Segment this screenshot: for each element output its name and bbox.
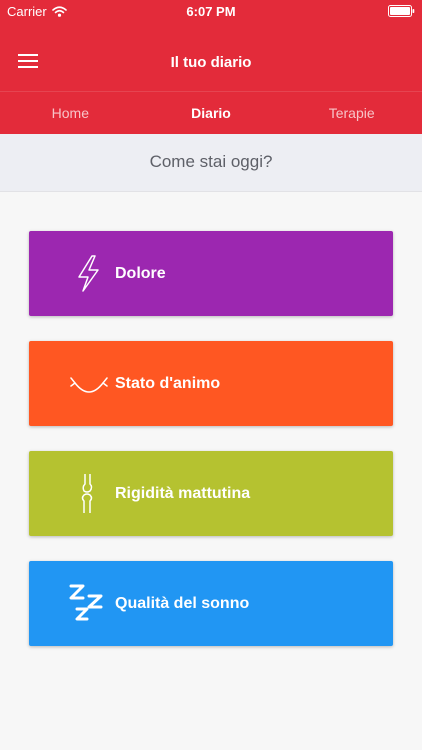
mood-card-label: Stato d'animo (115, 375, 221, 392)
joint-icon (81, 474, 93, 513)
zzz-icon (69, 584, 103, 621)
battery-icon (388, 5, 415, 17)
navigation-bar: Il tuo diario (0, 22, 422, 91)
stiffness-card-button[interactable]: Rigidità mattutina (29, 451, 393, 536)
sleep-card-button[interactable]: Qualità del sonno (29, 561, 393, 646)
question-banner: Come stai oggi? (0, 134, 422, 192)
pain-card-button[interactable]: Dolore (29, 231, 393, 316)
lightning-icon (78, 255, 99, 292)
tab-terapie[interactable]: Terapie (281, 92, 422, 135)
stiffness-card-label: Rigidità mattutina (115, 485, 251, 502)
tab-bar: Home Diario Terapie (0, 91, 422, 135)
sleep-card-label: Qualità del sonno (115, 595, 250, 612)
tab-diario[interactable]: Diario (141, 92, 282, 135)
mood-card-button[interactable]: Stato d'animo (29, 341, 393, 426)
status-bar: Carrier 6:07 PM (0, 0, 422, 22)
smile-icon (70, 377, 108, 393)
status-time: 6:07 PM (186, 4, 236, 19)
page-title: Il tuo diario (170, 54, 252, 71)
pain-card-label: Dolore (115, 265, 166, 282)
tab-home[interactable]: Home (0, 92, 141, 135)
